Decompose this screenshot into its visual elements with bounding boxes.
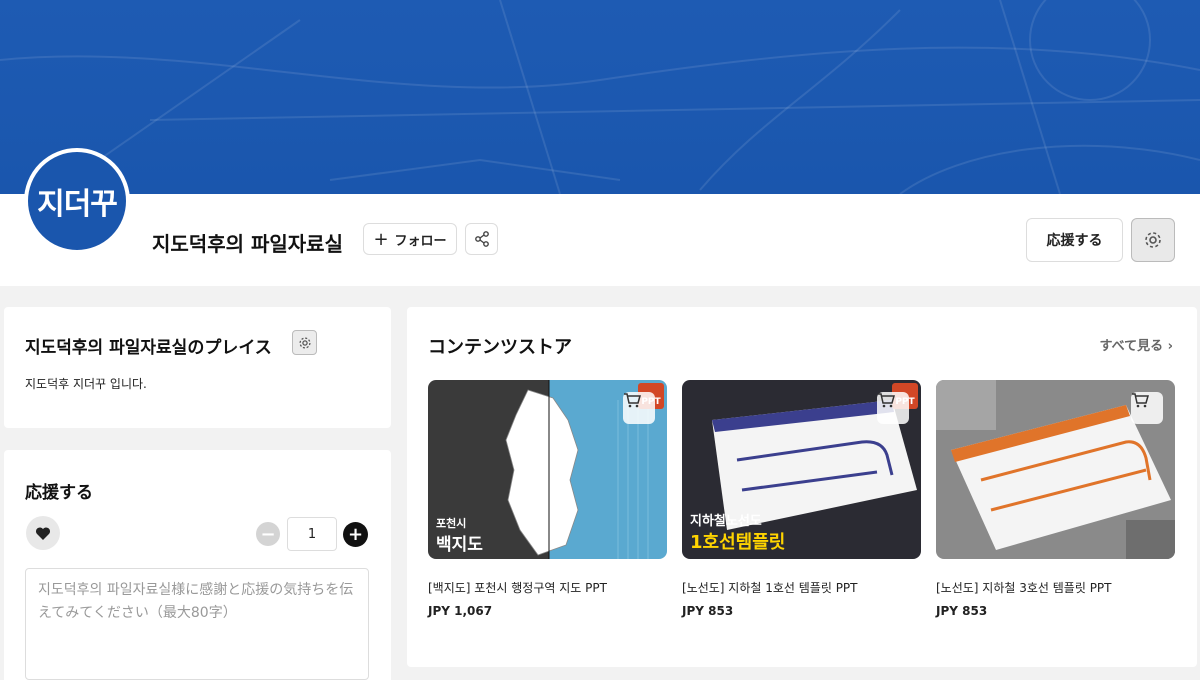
product-thumbnail[interactable]: [936, 380, 1175, 559]
product-card[interactable]: 지하철노선도 1호선템플릿 PPT [노선도] 지하철 1호선 템플릿 PPT …: [682, 380, 921, 618]
place-title: 지도덕후의 파일자료실のプレイス: [25, 338, 272, 358]
cart-icon[interactable]: [1131, 392, 1163, 424]
profile-name: 지도덕후의 파일자료실: [152, 232, 343, 256]
support-button[interactable]: 応援する: [1026, 218, 1123, 262]
decrease-quantity-button[interactable]: −: [256, 522, 280, 546]
product-name[interactable]: [노선도] 지하철 3호선 템플릿 PPT: [936, 579, 1175, 596]
cart-icon[interactable]: [877, 392, 909, 424]
share-button[interactable]: [465, 223, 498, 255]
place-card: 지도덕후의 파일자료실のプレイス 지도덕후 지더꾸 입니다.: [4, 307, 391, 428]
place-settings-button[interactable]: [292, 330, 317, 355]
product-price: JPY 1,067: [428, 604, 493, 618]
product-name[interactable]: [노선도] 지하철 1호선 템플릿 PPT: [682, 579, 921, 596]
product-price: JPY 853: [936, 604, 988, 618]
see-all-link[interactable]: すべて見る ›: [1100, 335, 1173, 354]
avatar-text: 지더꾸: [37, 187, 118, 222]
gear-icon: [1145, 232, 1161, 248]
follow-button[interactable]: + フォロー: [363, 223, 457, 255]
gear-icon: [298, 336, 311, 349]
follow-label: フォロー: [394, 233, 447, 249]
product-price: JPY 853: [682, 604, 734, 618]
profile-banner: [0, 0, 1200, 194]
support-message-input[interactable]: 지도덕후의 파일자료실様に感謝と応援の気持ちを伝えてみてください（最大80字）: [25, 568, 369, 680]
store-title: コンテンツストア: [428, 337, 572, 358]
product-card[interactable]: [노선도] 지하철 3호선 템플릿 PPT JPY 853: [936, 380, 1175, 618]
content-store: コンテンツストア すべて見る › 포천시 백지도 PPT [백지도] 포천시 행…: [407, 307, 1197, 667]
thumbnail-caption-small: 지하철노선도: [690, 514, 762, 529]
thumbnail-caption-large: 백지도: [436, 535, 483, 555]
avatar[interactable]: 지더꾸: [24, 148, 130, 254]
thumbnail-caption-large: 1호선템플릿: [690, 532, 786, 553]
share-icon: [474, 231, 489, 247]
product-thumbnail[interactable]: 포천시 백지도 PPT: [428, 380, 667, 559]
chevron-right-icon: ›: [1167, 339, 1173, 354]
product-thumbnail[interactable]: 지하철노선도 1호선템플릿 PPT: [682, 380, 921, 559]
quantity-input[interactable]: 1: [287, 517, 337, 551]
support-title: 応援する: [25, 483, 93, 503]
cart-icon[interactable]: [623, 392, 655, 424]
support-card: 応援する − 1 + 지도덕후의 파일자료실様に感謝と応援の気持ちを伝えてみてく…: [4, 450, 391, 680]
see-all-label: すべて見る: [1099, 339, 1164, 354]
banner-map-pattern: [0, 0, 1200, 194]
thumbnail-caption-small: 포천시: [436, 517, 467, 530]
heart-icon: [26, 516, 60, 550]
increase-quantity-button[interactable]: +: [343, 522, 368, 547]
product-name[interactable]: [백지도] 포천시 행정구역 지도 PPT: [428, 579, 667, 596]
plus-icon: +: [373, 228, 389, 250]
settings-button[interactable]: [1131, 218, 1175, 262]
product-card[interactable]: 포천시 백지도 PPT [백지도] 포천시 행정구역 지도 PPT JPY 1,…: [428, 380, 667, 618]
place-description: 지도덕후 지더꾸 입니다.: [25, 377, 147, 391]
